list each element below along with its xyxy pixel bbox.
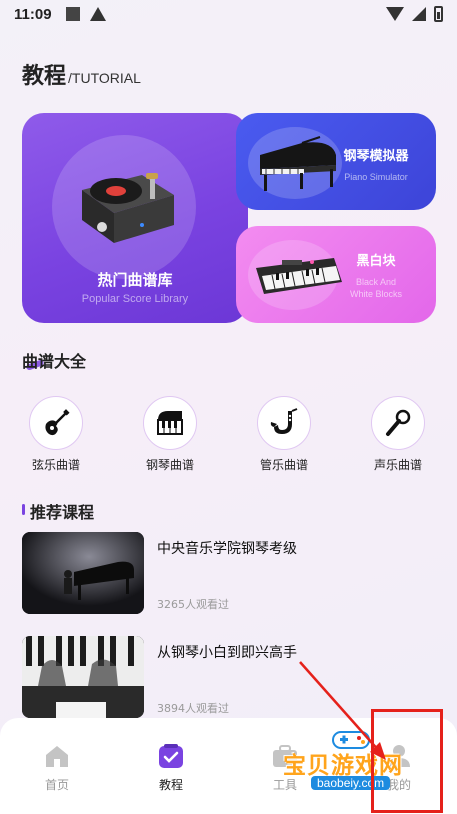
category-piano[interactable]: 钢琴曲谱	[130, 396, 210, 473]
category-label: 管乐曲谱	[259, 458, 308, 472]
category-label: 声乐曲谱	[373, 458, 422, 472]
page-subtitle: /TUTORIAL	[68, 70, 141, 86]
notification-square-icon	[65, 7, 80, 21]
course-item[interactable]: 中央音乐学院钢琴考级 3265人观看过	[22, 532, 442, 614]
courses-title-text: 推荐课程	[30, 503, 95, 522]
black-card-subtitle-line2: White Blocks	[349, 288, 402, 299]
keyboard-icon	[256, 258, 342, 294]
popular-card-subtitle: Popular Score Library	[81, 293, 189, 305]
piano-card-text: 钢琴模拟器 Piano Simulator	[334, 145, 418, 184]
title-accent-bar	[22, 504, 25, 515]
black-card-subtitle-line1: Black And	[355, 277, 397, 287]
piano-card-title: 钢琴模拟器	[343, 149, 409, 164]
annotation-highlight-box	[371, 709, 443, 813]
nav-tutorial[interactable]: 教程	[141, 744, 201, 793]
scores-title-text: 曲谱大全	[22, 352, 87, 371]
nav-home[interactable]: 首页	[27, 744, 87, 793]
category-label: 弦乐曲谱	[31, 458, 80, 472]
status-bar: 11:09	[0, 0, 457, 28]
course-thumbnail	[22, 532, 144, 614]
status-time: 11:09	[14, 5, 52, 23]
black-white-blocks-card[interactable]: 黑白块 Black And White Blocks	[236, 226, 436, 323]
grand-piano-icon	[260, 136, 336, 191]
checkbox-icon	[159, 744, 183, 768]
courses-section-title: 推荐课程	[22, 499, 94, 523]
status-indicators	[386, 6, 443, 22]
course-views: 3894人观看过	[157, 702, 229, 715]
guitar-icon	[29, 396, 83, 450]
category-vocal[interactable]: 声乐曲谱	[358, 396, 438, 473]
wifi-icon	[386, 7, 404, 21]
microphone-icon	[371, 396, 425, 450]
piano-keys-icon	[143, 396, 197, 450]
piano-card-subtitle: Piano Simulator	[344, 172, 408, 182]
black-card-text: 黑白块 Black And White Blocks	[334, 250, 418, 300]
black-card-title: 黑白块	[356, 254, 396, 269]
course-item[interactable]: 从钢琴小白到即兴高手 3894人观看过	[22, 636, 442, 718]
category-wind[interactable]: 管乐曲谱	[244, 396, 324, 473]
turntable-icon	[82, 173, 174, 243]
home-icon	[46, 746, 68, 767]
popular-card-title: 热门曲谱库	[97, 271, 173, 289]
scores-section-title: 曲谱大全	[22, 348, 86, 372]
battery-icon	[434, 6, 443, 22]
saxophone-icon	[257, 396, 311, 450]
black-card-subtitle: Black And White Blocks	[334, 277, 418, 300]
page-title: 教程	[22, 64, 67, 89]
course-views: 3265人观看过	[157, 598, 229, 611]
warning-icon	[89, 7, 106, 21]
category-strings[interactable]: 弦乐曲谱	[16, 396, 96, 473]
piano-simulator-card[interactable]: 钢琴模拟器 Piano Simulator	[236, 113, 436, 210]
nav-label: 教程	[158, 778, 183, 792]
signal-icon	[412, 7, 426, 21]
popular-score-library-card[interactable]: 热门曲谱库 Popular Score Library	[22, 113, 248, 323]
course-title: 中央音乐学院钢琴考级	[157, 541, 297, 557]
course-thumbnail	[22, 636, 144, 718]
course-title: 从钢琴小白到即兴高手	[157, 645, 297, 661]
score-categories: 弦乐曲谱 钢琴曲谱 管乐曲谱 声乐曲谱	[0, 396, 457, 476]
page-header: 教程 /TUTORIAL	[22, 58, 141, 90]
nav-label: 首页	[44, 778, 69, 792]
category-label: 钢琴曲谱	[145, 458, 194, 472]
